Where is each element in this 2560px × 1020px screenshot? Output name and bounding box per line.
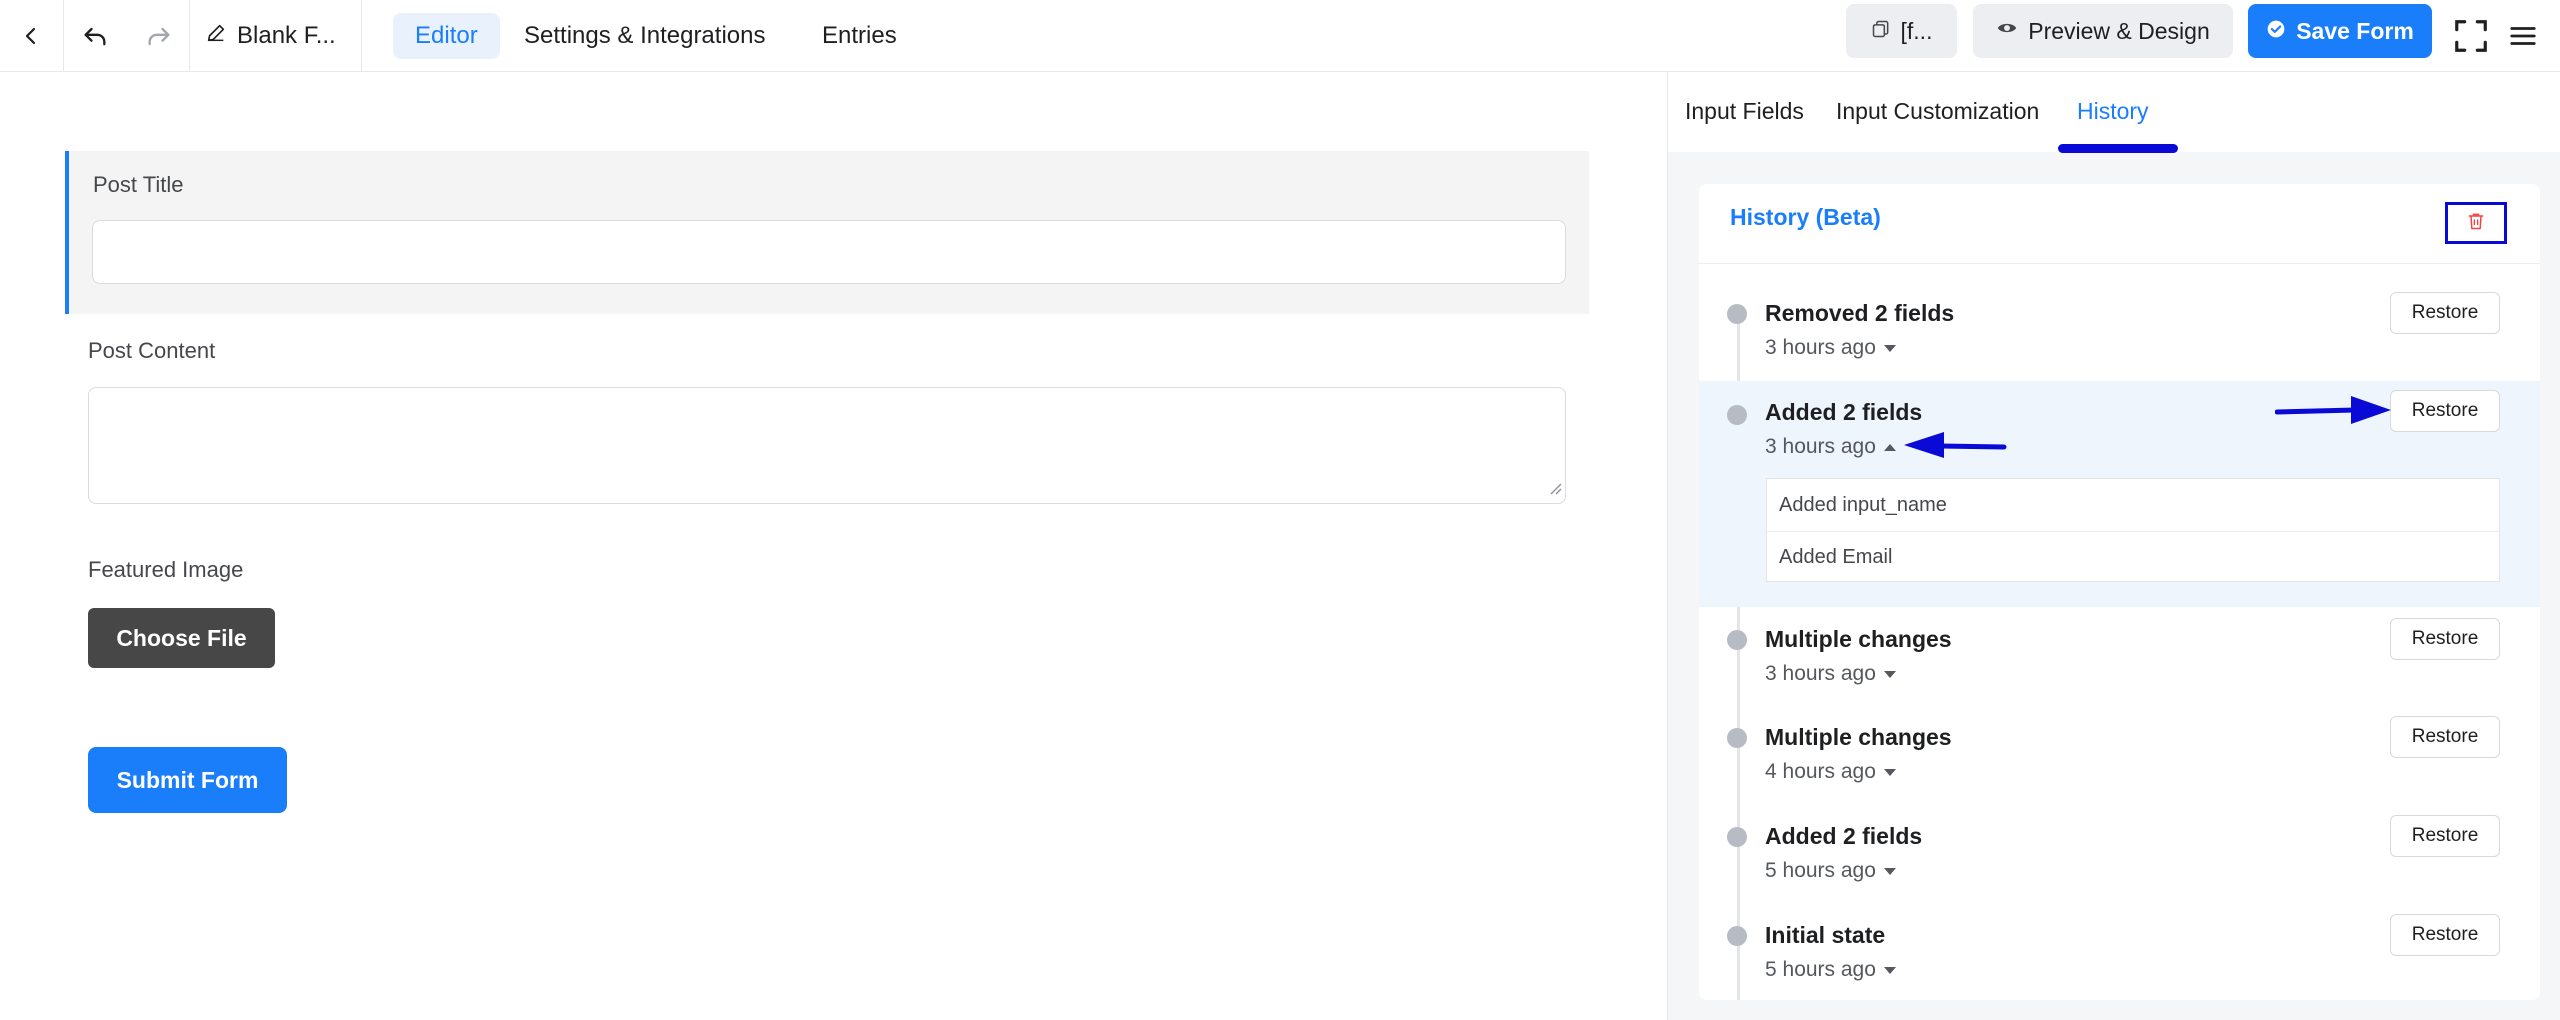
history-item-time-toggle[interactable]: 3 hours ago [1765, 336, 1896, 360]
tab-settings-integrations[interactable]: Settings & Integrations [502, 13, 787, 59]
tab-input-fields[interactable]: Input Fields [1685, 98, 1804, 125]
copy-icon [1871, 18, 1891, 45]
timeline-dot [1727, 304, 1747, 324]
history-item-time-toggle[interactable]: 5 hours ago [1765, 958, 1896, 982]
preview-design-button[interactable]: Preview & Design [1973, 4, 2233, 58]
annotation-arrow-right-icon [2275, 396, 2391, 424]
timeline-dot [1727, 827, 1747, 847]
history-item-time: 3 hours ago [1765, 336, 1876, 359]
history-item-title: Multiple changes [1765, 626, 1952, 652]
restore-button[interactable]: Restore [2390, 618, 2500, 660]
change-item: Added Email [1767, 531, 2499, 583]
restore-button[interactable]: Restore [2390, 390, 2500, 432]
shortcode-label: [f... [1900, 17, 1933, 44]
panel-tabs: Input Fields Input Customization History [1668, 72, 2560, 152]
save-form-label: Save Form [2296, 17, 2414, 44]
tab-editor[interactable]: Editor [393, 13, 500, 59]
tab-history[interactable]: History [2077, 98, 2149, 125]
trash-icon [2466, 211, 2486, 236]
check-circle-icon [2266, 18, 2286, 45]
redo-icon[interactable] [128, 0, 190, 72]
restore-button[interactable]: Restore [2390, 292, 2500, 334]
form-title[interactable]: Blank F... [205, 0, 336, 72]
history-item-expanded: Added 2 fields 3 hours ago Restore Added… [1699, 381, 2540, 607]
history-item-title: Removed 2 fields [1765, 300, 1955, 326]
post-title-input[interactable] [92, 220, 1566, 284]
history-item: Initial state 5 hours ago Restore [1699, 904, 2540, 1000]
undo-icon[interactable] [64, 0, 126, 72]
clear-history-button[interactable] [2445, 202, 2507, 244]
history-item-time: 3 hours ago [1765, 435, 1876, 458]
top-bar: Blank F... Editor Settings & Integration… [0, 0, 2560, 72]
resize-handle-icon[interactable] [1548, 481, 1562, 500]
history-item-time-toggle[interactable]: 3 hours ago [1765, 435, 1896, 459]
history-item-title: Initial state [1765, 922, 1886, 948]
active-tab-underline [2058, 144, 2178, 153]
history-item: Multiple changes 3 hours ago Restore [1699, 608, 2540, 706]
pencil-icon [205, 22, 227, 51]
featured-image-label: Featured Image [88, 557, 244, 582]
history-item-time-toggle[interactable]: 3 hours ago [1765, 662, 1896, 686]
preview-design-label: Preview & Design [2028, 17, 2210, 44]
timeline-dot [1727, 728, 1747, 748]
history-title: History (Beta) [1730, 204, 1881, 230]
menu-icon[interactable] [2500, 0, 2546, 72]
restore-button[interactable]: Restore [2390, 815, 2500, 857]
caret-down-icon [1883, 670, 1896, 678]
history-item-time: 5 hours ago [1765, 859, 1876, 882]
submit-form-button[interactable]: Submit Form [88, 747, 287, 813]
caret-down-icon [1883, 768, 1896, 776]
caret-down-icon [1883, 966, 1896, 974]
divider [361, 0, 362, 72]
history-item-time: 4 hours ago [1765, 760, 1876, 783]
history-item: Added 2 fields 5 hours ago Restore [1699, 805, 2540, 903]
caret-up-icon [1883, 443, 1896, 451]
history-header: History (Beta) [1699, 184, 2540, 264]
history-item: Multiple changes 4 hours ago Restore [1699, 706, 2540, 804]
shortcode-button[interactable]: [f... [1846, 4, 1957, 58]
timeline-dot [1727, 630, 1747, 650]
back-icon[interactable] [0, 0, 62, 72]
timeline-dot [1727, 405, 1747, 425]
history-item-time-toggle[interactable]: 5 hours ago [1765, 859, 1896, 883]
eye-icon [1996, 17, 2018, 45]
change-item: Added input_name [1779, 493, 1947, 516]
post-content-label: Post Content [88, 338, 216, 363]
tab-entries[interactable]: Entries [800, 13, 919, 59]
post-content-textarea[interactable] [88, 387, 1566, 504]
save-form-button[interactable]: Save Form [2248, 4, 2432, 58]
caret-down-icon [1883, 344, 1896, 352]
history-item-title: Multiple changes [1765, 724, 1952, 750]
history-item-title: Added 2 fields [1765, 399, 1923, 425]
caret-down-icon [1883, 867, 1896, 875]
post-title-label: Post Title [93, 172, 184, 197]
restore-button[interactable]: Restore [2390, 716, 2500, 758]
form-title-text: Blank F... [237, 22, 336, 49]
history-item-time-toggle[interactable]: 4 hours ago [1765, 760, 1896, 784]
fullscreen-icon[interactable] [2448, 0, 2494, 72]
timeline-dot [1727, 926, 1747, 946]
annotation-arrow-left-icon [1904, 432, 2007, 458]
changes-list: Added input_name Added Email [1766, 478, 2500, 582]
tab-input-customization[interactable]: Input Customization [1836, 98, 2039, 125]
history-item: Removed 2 fields 3 hours ago Restore [1699, 282, 2540, 380]
history-item-time: 5 hours ago [1765, 958, 1876, 981]
restore-button[interactable]: Restore [2390, 914, 2500, 956]
history-item-time: 3 hours ago [1765, 662, 1876, 685]
choose-file-button[interactable]: Choose File [88, 608, 275, 668]
history-item-title: Added 2 fields [1765, 823, 1923, 849]
divider [189, 0, 190, 72]
